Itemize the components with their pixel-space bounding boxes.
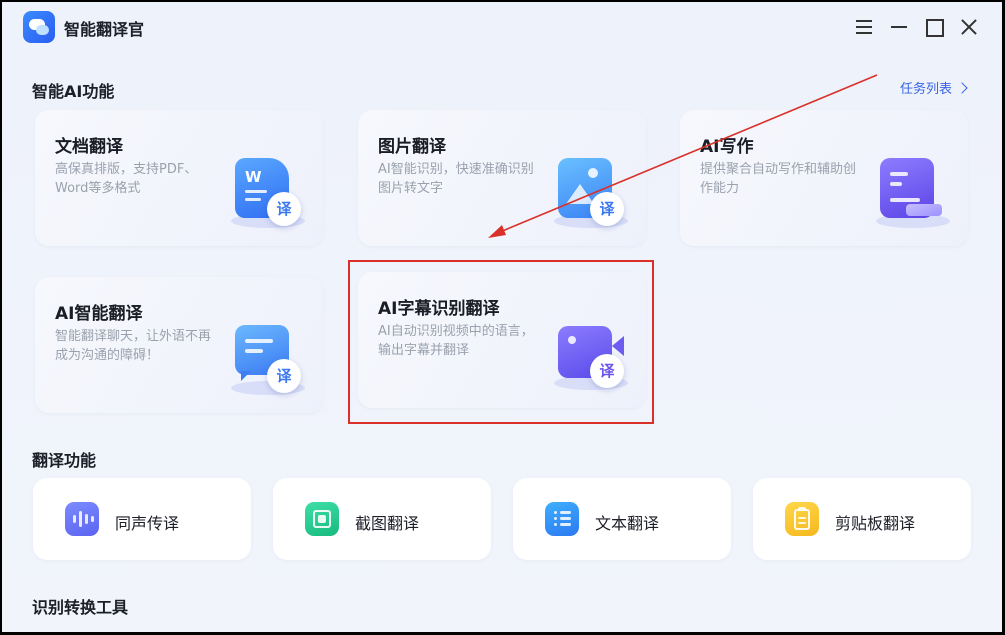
translate-badge: 译 bbox=[267, 359, 301, 393]
tool-label: 文本翻译 bbox=[595, 514, 660, 533]
tool-label: 截图翻译 bbox=[355, 514, 420, 533]
card-description: AI智能识别，快速准确识别图片转文字 bbox=[378, 162, 534, 196]
text-list-icon bbox=[545, 502, 579, 536]
card-description: 提供聚合自动写作和辅助创作能力 bbox=[700, 162, 857, 196]
task-list-label: 任务列表 bbox=[900, 82, 953, 97]
app-window: 智能翻译官 智能AI功能 任务列表 文档翻译 高保真排版，支持PDF、Word等… bbox=[2, 2, 1002, 632]
voice-wave-icon bbox=[65, 502, 99, 536]
writing-icon bbox=[876, 154, 950, 230]
tool-clipboard-translate[interactable]: 剪贴板翻译 bbox=[753, 478, 971, 560]
tool-text-translate[interactable]: 文本翻译 bbox=[513, 478, 731, 560]
menu-icon[interactable] bbox=[852, 15, 876, 39]
close-icon[interactable] bbox=[957, 15, 981, 39]
card-title: AI智能翻译 bbox=[55, 304, 143, 324]
card-image-translate[interactable]: 图片翻译 AI智能识别，快速准确识别图片转文字 译 bbox=[358, 110, 646, 246]
title-bar[interactable]: 智能翻译官 bbox=[2, 2, 1002, 52]
section-title-ai: 智能AI功能 bbox=[32, 82, 115, 101]
screenshot-icon bbox=[305, 502, 339, 536]
minimize-icon[interactable] bbox=[887, 15, 911, 39]
maximize-icon[interactable] bbox=[922, 15, 946, 39]
annotation-highlight-box bbox=[348, 260, 654, 424]
task-list-link[interactable]: 任务列表 bbox=[900, 78, 968, 97]
translate-badge: 译 bbox=[590, 192, 624, 226]
image-icon: 译 bbox=[554, 154, 628, 230]
tool-simultaneous-interpretation[interactable]: 同声传译 bbox=[33, 478, 251, 560]
chevron-right-icon bbox=[956, 81, 968, 94]
section-title-tools: 识别转换工具 bbox=[32, 598, 129, 617]
translate-badge: 译 bbox=[267, 192, 301, 226]
card-title: AI写作 bbox=[700, 137, 754, 157]
app-logo-icon bbox=[23, 11, 55, 43]
card-description: 智能翻译聊天，让外语不再成为沟通的障碍！ bbox=[55, 329, 212, 363]
card-description: 高保真排版，支持PDF、Word等多格式 bbox=[55, 162, 198, 196]
card-title: 图片翻译 bbox=[378, 137, 446, 157]
app-title: 智能翻译官 bbox=[64, 20, 145, 39]
card-title: 文档翻译 bbox=[55, 137, 123, 157]
card-ai-smart-translate[interactable]: AI智能翻译 智能翻译聊天，让外语不再成为沟通的障碍！ 译 bbox=[35, 277, 323, 413]
card-document-translate[interactable]: 文档翻译 高保真排版，支持PDF、Word等多格式 W 译 bbox=[35, 110, 323, 246]
card-ai-writing[interactable]: AI写作 提供聚合自动写作和辅助创作能力 bbox=[680, 110, 968, 246]
chat-icon: 译 bbox=[231, 321, 305, 397]
section-title-translate: 翻译功能 bbox=[32, 451, 97, 470]
tool-screenshot-translate[interactable]: 截图翻译 bbox=[273, 478, 491, 560]
tool-label: 剪贴板翻译 bbox=[835, 514, 916, 533]
clipboard-icon bbox=[785, 502, 819, 536]
document-icon: W 译 bbox=[231, 154, 305, 230]
tool-label: 同声传译 bbox=[115, 514, 180, 533]
